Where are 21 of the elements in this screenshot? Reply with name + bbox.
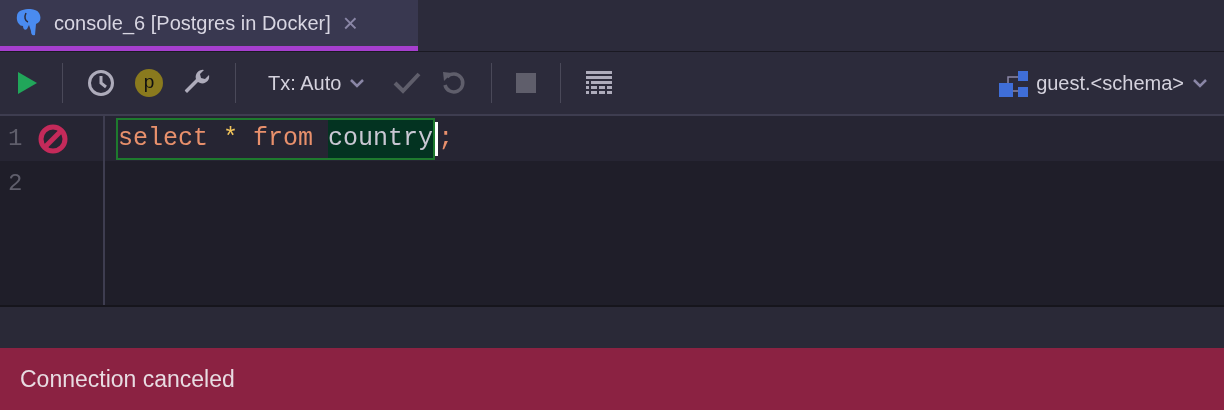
line-number: 1 [7, 123, 24, 154]
table-icon[interactable] [585, 70, 614, 96]
clock-icon[interactable] [87, 69, 115, 97]
chevron-down-icon [1192, 78, 1208, 88]
tab-title: console_6 [Postgres in Docker] [54, 11, 331, 37]
no-entry-icon[interactable] [38, 123, 68, 154]
schema-selector[interactable]: guest.<schema> [999, 68, 1208, 98]
chevron-down-icon [349, 78, 366, 88]
text-cursor [435, 121, 439, 156]
run-icon[interactable] [16, 71, 38, 95]
code-token: from [253, 122, 314, 155]
p-badge[interactable]: p [135, 69, 163, 97]
code-token: ; [438, 122, 454, 155]
line-number: 2 [7, 168, 24, 199]
schema-icon [999, 69, 1029, 97]
code-token: * [223, 122, 239, 155]
editor-tab[interactable]: console_6 [Postgres in Docker] × [0, 0, 418, 51]
transaction-dropdown[interactable]: Tx: Auto [260, 68, 374, 98]
code-token: select [118, 122, 208, 155]
code-token: country [328, 119, 434, 158]
status-message: Connection canceled [20, 364, 235, 394]
